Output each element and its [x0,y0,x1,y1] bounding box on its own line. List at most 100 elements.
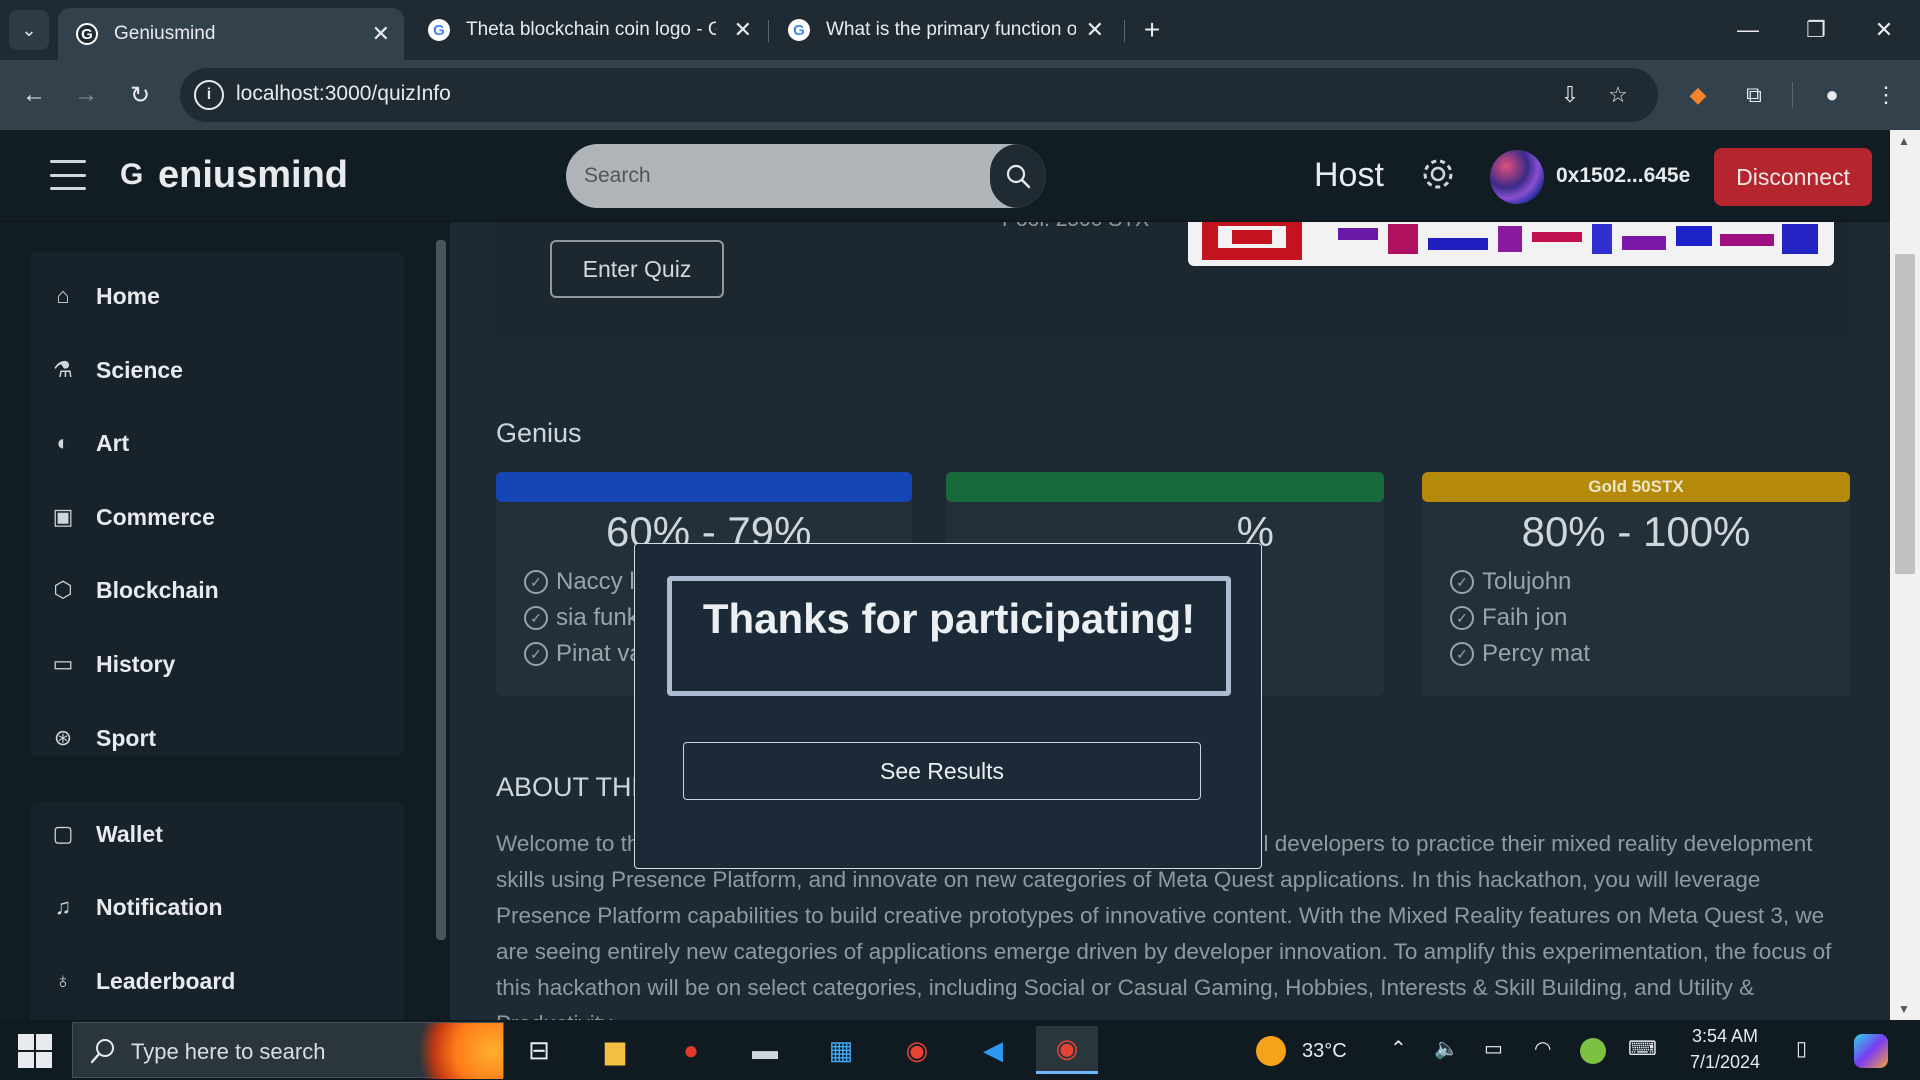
science-icon: ⚗ [53,357,73,382]
book-icon: ▭ [52,651,74,676]
browser-tab-bar: ⌄ G Geniusmind ✕ G Theta blockchain coin… [0,0,1920,60]
chevron-up-icon[interactable]: ⌃ [1390,1036,1407,1061]
logo-mark: G [120,158,144,191]
sidebar-item-wallet[interactable]: ▢ Wallet [50,814,163,854]
home-icon: ⌂ [56,283,70,308]
check-circle-icon: ✓ [524,642,548,666]
close-window-icon[interactable]: ✕ [1864,10,1904,50]
participant-name: ✓ Faih jon [1450,602,1567,634]
tab-separator [1124,20,1125,42]
sidebar-item-label: Blockchain [96,576,219,603]
google-icon: G [428,19,450,41]
sidebar-item-home[interactable]: ⌂ Home [50,276,160,316]
battery-icon[interactable]: ▭ [1484,1036,1503,1061]
extensions-puzzle-icon[interactable]: ⧉ [1734,75,1774,115]
back-arrow-icon[interactable]: ← [14,75,54,115]
check-circle-icon: ✓ [1450,570,1474,594]
tab-primary-function[interactable]: G What is the primary function of ✕ [770,8,1118,52]
modal-title: Thanks for participating! [702,595,1196,642]
microsoft-store-icon[interactable]: ▦ [810,1026,872,1074]
tab-geniusmind[interactable]: G Geniusmind ✕ [58,8,404,60]
temperature: 33°C [1302,1040,1347,1062]
chrome-active-icon[interactable]: ◉ [1036,1026,1098,1074]
terminal-icon[interactable]: ▬ [734,1026,796,1074]
close-icon[interactable]: ✕ [734,17,752,43]
disconnect-button[interactable]: Disconnect [1714,148,1872,206]
tab-theta-logo[interactable]: G Theta blockchain coin logo - Go ✕ [410,8,766,52]
tier-badge [496,472,912,502]
metamask-extension-icon[interactable]: ◆ [1678,75,1718,115]
tab-separator [768,20,769,42]
sidebar-item-art[interactable]: ◐ Art [50,423,129,463]
gear-icon[interactable] [1418,154,1458,194]
file-explorer-icon[interactable]: ▆ [584,1026,646,1074]
scroll-up-icon[interactable]: ▲ [1898,134,1910,148]
address-bar[interactable]: i localhost:3000/quizInfo ⇩ ☆ [180,68,1658,122]
host-link[interactable]: Host [1314,156,1384,195]
app-header: G eniusmind Host 0x1502...645e Disconnec… [0,130,1890,222]
keyboard-icon[interactable]: ⌨ [1628,1036,1657,1061]
reload-icon[interactable]: ↻ [120,75,160,115]
participant-name: ✓ Pinat va [524,638,643,670]
geniusmind-favicon-icon: G [76,23,98,45]
tier-card-gold: Gold 50STX 80% - 100% ✓ Tolujohn ✓ Faih jo… [1422,472,1850,696]
notification-icon[interactable]: ▯ [1796,1036,1807,1061]
palette-icon: ◐ [56,430,70,455]
volume-icon[interactable]: 🔈 [1434,1036,1459,1061]
menu-kebab-icon[interactable]: ⋮ [1866,75,1906,115]
wallet-avatar[interactable] [1490,150,1544,204]
search-icon [1006,164,1031,189]
tab-search-button[interactable]: ⌄ [9,10,49,50]
windows-start-icon[interactable] [18,1034,52,1068]
taskbar-search[interactable]: Type here to search [72,1022,504,1079]
tier-badge: Gold 50STX [1422,472,1850,502]
enter-quiz-button[interactable]: Enter Quiz [550,240,724,298]
see-results-button[interactable]: See Results [683,742,1201,800]
search-input[interactable] [566,144,990,208]
restore-icon[interactable]: ❐ [1796,10,1836,50]
tab-title: Theta blockchain coin logo - Go [466,19,716,40]
wps-office-icon[interactable]: ● [660,1026,722,1074]
task-view-icon[interactable]: ⊟ [508,1026,570,1074]
sidebar-item-science[interactable]: ⚗ Science [50,350,183,390]
sidebar-item-sport[interactable]: ⊛ Sport [50,718,156,758]
hamburger-menu-icon[interactable] [50,160,86,190]
close-icon[interactable]: ✕ [372,21,390,47]
vscode-icon[interactable]: ◀ [962,1026,1024,1074]
bookmark-star-icon[interactable]: ☆ [1598,75,1638,115]
install-app-icon[interactable]: ⇩ [1550,75,1590,115]
sidebar-item-blockchain[interactable]: ⬡ Blockchain [50,570,219,610]
scroll-down-icon[interactable]: ▼ [1898,1002,1910,1016]
copilot-icon[interactable] [1854,1034,1888,1068]
profile-icon[interactable]: ● [1812,75,1852,115]
tier-badge [946,472,1384,502]
minimize-icon[interactable]: — [1728,10,1768,50]
new-tab-button[interactable]: + [1132,10,1172,50]
award-icon: ♁ [54,968,72,993]
search-button[interactable] [990,144,1046,208]
participant-name: ✓ Tolujohn [1450,566,1571,598]
chrome-icon[interactable]: ◉ [886,1026,948,1074]
tray-app-icon[interactable] [1580,1038,1606,1064]
sidebar-item-history[interactable]: ▭ History [50,644,176,684]
sidebar-item-leaderboard[interactable]: ♁ Leaderboard [50,961,236,1001]
forward-arrow-icon[interactable]: → [66,75,106,115]
search-highlight-graphic [391,1023,503,1079]
page-scrollbar-thumb[interactable] [1895,254,1915,574]
browser-toolbar: ← → ↻ i localhost:3000/quizInfo ⇩ ☆ ◆ ⧉ … [0,60,1920,130]
wifi-icon[interactable]: ◠ [1534,1036,1551,1061]
account-nav: ▢ Wallet ♫ Notification ♁ Leaderboard [30,802,404,1020]
sidebar-item-label: Notification [96,893,223,920]
sidebar-item-label: Wallet [96,820,163,847]
windows-taskbar: Type here to search ⊟ ▆ ● ▬ ▦ ◉ ◀ ◉ 33°C… [0,1020,1920,1080]
sidebar-item-notification[interactable]: ♫ Notification [50,887,223,927]
sidebar-item-commerce[interactable]: ▣ Commerce [50,497,215,537]
close-icon[interactable]: ✕ [1086,17,1104,43]
logo-text: eniusmind [158,154,349,196]
blockchain-icon: ⬡ [53,577,73,602]
site-info-icon[interactable]: i [194,80,224,110]
page-scrollbar[interactable]: ▲ ▼ [1890,130,1920,1020]
google-icon: G [788,19,810,41]
sidebar-scrollbar-thumb[interactable] [436,240,446,940]
qr-code-image [1188,222,1834,266]
